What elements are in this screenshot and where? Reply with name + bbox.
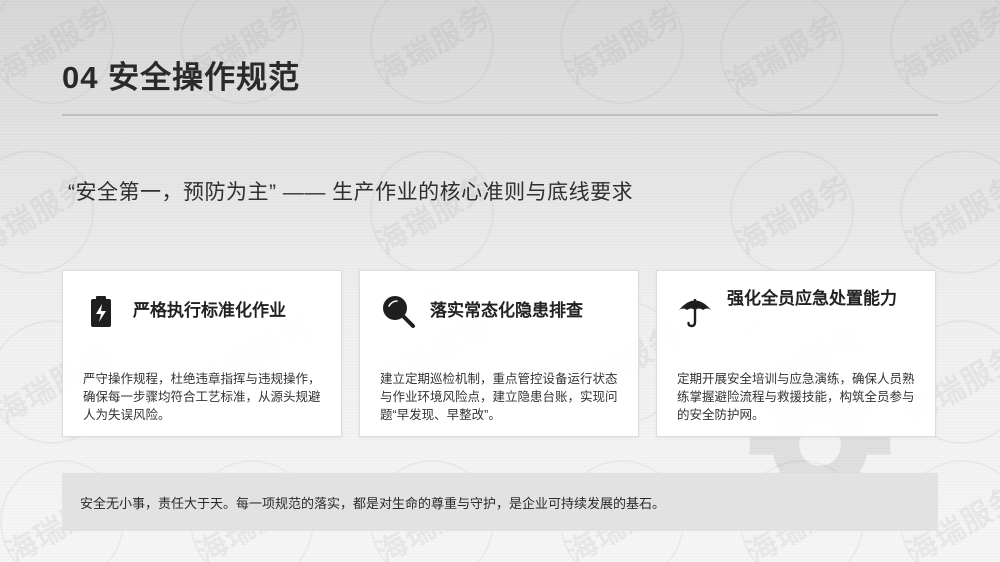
page-title: 04 安全操作规范 xyxy=(62,60,301,95)
umbrella-icon xyxy=(679,299,711,328)
card-title: 强化全员应急处置能力 xyxy=(727,289,897,308)
card-description: 建立定期巡检机制，重点管控设备运行状态与作业环境风险点，建立隐患台账，实现问题“… xyxy=(380,372,618,422)
watermark: 海瑞服务 xyxy=(730,150,856,274)
title-divider xyxy=(62,114,938,116)
card-hazard-inspection: 落实常态化隐患排查 建立定期巡检机制，重点管控设备运行状态与作业环境风险点，建立… xyxy=(359,270,639,437)
headline: “安全第一，预防为主” —— 生产作业的核心准则与底线要求 xyxy=(68,181,634,204)
footer-text: 安全无小事，责任大于天。每一项规范的落实，都是对生命的尊重与守护，是企业可持续发… xyxy=(80,495,666,511)
watermark: 海瑞服务 xyxy=(0,150,96,274)
card-title: 严格执行标准化作业 xyxy=(133,301,286,320)
watermark: 海瑞服务 xyxy=(370,0,496,104)
card-description: 定期开展安全培训与应急演练，确保人员熟练掌握避险流程与救援技能，构筑全员参与的安… xyxy=(677,372,915,422)
footer-banner: 安全无小事，责任大于天。每一项规范的落实，都是对生命的尊重与守护，是企业可持续发… xyxy=(62,473,938,531)
watermark: 海瑞服务 xyxy=(890,0,1000,104)
watermark: 海瑞服务 xyxy=(720,0,846,114)
card-description: 严守操作规程，杜绝违章指挥与违规操作，确保每一步骤均符合工艺标准，从源头规避人为… xyxy=(83,372,321,422)
battery-charging-icon xyxy=(91,296,111,327)
watermark: 海瑞服务 xyxy=(900,150,1000,274)
card-emergency-response: 强化全员应急处置能力 定期开展安全培训与应急演练，确保人员熟练掌握避险流程与救援… xyxy=(656,270,936,437)
magnifier-icon xyxy=(383,296,415,328)
watermark: 海瑞服务 xyxy=(560,0,686,104)
card-title: 落实常态化隐患排查 xyxy=(430,301,583,320)
card-standardized-operation: 严格执行标准化作业 严守操作规程，杜绝违章指挥与违规操作，确保每一步骤均符合工艺… xyxy=(62,270,342,437)
watermark: 海瑞服务 xyxy=(370,150,496,274)
